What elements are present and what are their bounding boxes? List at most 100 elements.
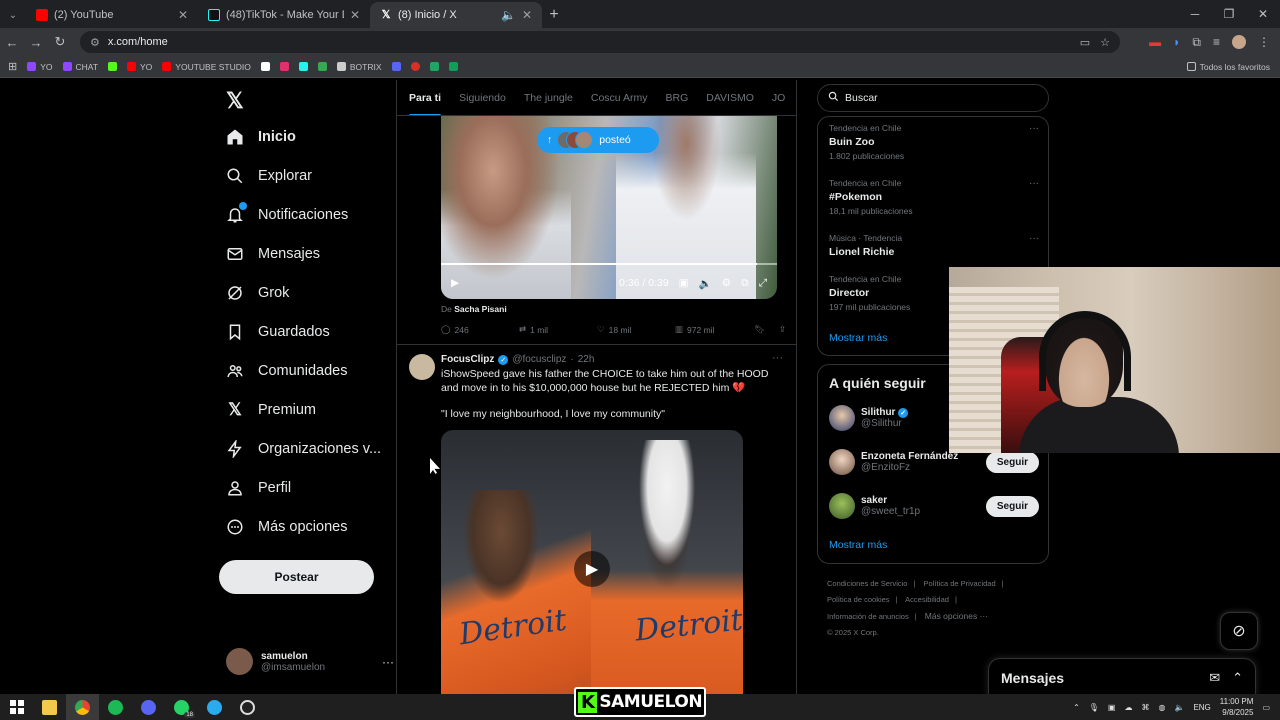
bookmark-item[interactable] [391,62,401,71]
new-tab-button[interactable]: + [542,2,566,28]
spotify-icon[interactable] [99,694,132,720]
bookmark-icon[interactable]: 🔖︎ [754,324,765,335]
close-window-icon[interactable]: ✕ [1246,0,1280,28]
like-button[interactable]: ♡ 18 mil [597,324,675,335]
settings-gear-icon[interactable]: ⚙ [722,277,731,289]
tab-the-jungle[interactable]: The jungle [524,92,573,104]
footer-link[interactable]: Información de anuncios [827,612,909,621]
nav-item-grok[interactable]: Grok [226,284,289,302]
media-control-icon[interactable]: ≡ [1213,35,1220,50]
bookmark-item[interactable]: YOUTUBE STUDIO [162,62,251,72]
star-icon[interactable]: ☆ [1100,36,1110,49]
file-explorer-icon[interactable] [33,694,66,720]
attribution-link[interactable]: Sacha Pisani [454,304,506,314]
fullscreen-icon[interactable]: ⤢ [759,277,767,290]
post-time[interactable]: 22h [578,354,595,365]
bookmark-item[interactable] [279,62,289,71]
play-icon[interactable]: ▶ [451,277,459,289]
discord-icon[interactable] [132,694,165,720]
tray-app-icon[interactable]: ◍ [1158,703,1165,712]
trend-item[interactable]: Tendencia en Chile #Pokemon 18,1 mil pub… [829,178,1039,216]
cast-icon[interactable]: ▭ [1080,36,1090,49]
browser-tab-tiktok[interactable]: (48)TikTok - Make Your Day ✕ [198,2,370,28]
tab-coscu-army[interactable]: Coscu Army [591,92,648,104]
more-dots-icon[interactable]: ··· [772,352,783,364]
browser-tab-x[interactable]: 𝕏 (8) Inicio / X 🔈 ✕ [370,2,542,28]
captions-icon[interactable]: ▣ [679,277,689,289]
bookmark-item[interactable]: YO [27,62,53,72]
search-input[interactable]: Buscar [817,84,1049,112]
language-indicator[interactable]: ENG [1193,703,1210,712]
back-arrow-icon[interactable]: ← [0,35,24,50]
repost-button[interactable]: ⇄ 1 mil [519,324,597,335]
telegram-icon[interactable] [198,694,231,720]
obs-icon[interactable] [231,694,264,720]
tab-siguiendo[interactable]: Siguiendo [459,92,506,104]
microphone-icon[interactable]: 🎙︎ [1089,703,1099,712]
nav-item-explorar[interactable]: Explorar [226,167,312,185]
tray-app-icon[interactable]: ▣ [1108,703,1116,712]
pip-icon[interactable]: ⧉ [741,277,749,290]
nav-item-premium[interactable]: 𝕏 Premium [226,400,316,419]
notifications-icon[interactable]: ▭ [1262,703,1270,712]
close-tab-icon[interactable]: ✕ [522,8,532,22]
video-progress-bar[interactable] [441,263,777,265]
nav-item-organizaciones[interactable]: Organizaciones v... [226,440,381,458]
tray-app-icon[interactable]: ⌘ [1141,703,1149,712]
show-more-follow-link[interactable]: Mostrar más [829,539,887,551]
grok-float-button[interactable]: ⊘ [1220,612,1258,650]
footer-link[interactable]: Condiciones de Servicio [827,579,907,588]
messages-dock[interactable]: Mensajes ✉ ⌃ [988,658,1256,698]
extension-record-icon[interactable]: ▬ [1149,35,1161,50]
views-button[interactable]: ▥ 972 mil [675,324,753,335]
site-info-icon[interactable]: ⚙ [90,36,100,49]
bookmark-item[interactable]: YO [127,62,152,72]
bookmark-item[interactable] [260,62,270,71]
nav-item-mas-opciones[interactable]: Más opciones [226,518,347,536]
nav-item-inicio[interactable]: Inicio [226,128,296,146]
author-handle[interactable]: @focusclipz [512,354,566,365]
trend-item[interactable]: Música · Tendencia Lionel Richie ··· [829,233,1039,258]
new-message-icon[interactable]: ✉ [1209,670,1220,686]
tab-brg[interactable]: BRG [665,92,688,104]
start-windows-icon[interactable] [0,694,33,720]
whatsapp-icon[interactable]: 18 [165,694,198,720]
extensions-puzzle-icon[interactable]: ⧉ [1192,35,1201,50]
bookmark-item[interactable] [410,62,420,71]
share-icon[interactable]: ⇪ [779,324,786,335]
clock[interactable]: 11:00 PM 9/8/2025 [1220,696,1254,718]
video-player-2[interactable]: Detroit Detroit ▶ [441,430,743,700]
new-posts-pill[interactable]: ↑ posteó [537,127,659,153]
more-dots-icon[interactable]: ··· [1029,123,1039,134]
nav-item-comunidades[interactable]: Comunidades [226,362,347,380]
volume-icon[interactable]: 🔈 [1174,703,1184,712]
reply-button[interactable]: ◯ 246 [441,324,519,335]
more-dots-icon[interactable]: ··· [1029,233,1039,244]
follow-button[interactable]: Seguir [985,451,1039,473]
bookmark-item[interactable] [429,62,439,71]
follow-suggestion[interactable]: saker @sweet_tr1p Seguir [829,493,1039,519]
bookmark-item[interactable]: CHAT [62,62,98,72]
bookmark-item[interactable] [317,62,327,71]
extension-audio-icon[interactable]: ◗ [1173,35,1180,50]
play-icon[interactable]: ▶ [574,551,610,587]
tab-jo[interactable]: JO [772,92,785,104]
x-logo-icon[interactable]: 𝕏 [226,88,244,114]
more-dots-icon[interactable]: ··· [382,655,394,669]
close-tab-icon[interactable]: ✕ [178,8,188,22]
follow-button[interactable]: Seguir [985,495,1039,517]
bookmark-item[interactable] [108,62,118,71]
url-bar[interactable]: ⚙ x.com/home ▭ ☆ [80,31,1120,53]
nav-item-notificaciones[interactable]: Notificaciones [226,202,348,224]
trend-item[interactable]: Tendencia en Chile Buin Zoo 1.802 public… [829,123,1039,161]
nav-item-guardados[interactable]: Guardados [226,323,330,341]
chrome-menu-icon[interactable]: ⋮ [1258,35,1270,50]
more-dots-icon[interactable]: ··· [1029,178,1039,189]
volume-icon[interactable]: 🔈 [699,277,712,290]
restore-icon[interactable]: ❐ [1212,0,1246,28]
browser-tab-youtube[interactable]: (2) YouTube ✕ [26,2,198,28]
footer-link[interactable]: Accesibilidad [905,595,949,604]
bookmark-item[interactable] [298,62,308,71]
tab-audio-icon[interactable]: 🔈 [501,8,516,22]
forward-arrow-icon[interactable]: → [24,35,48,50]
